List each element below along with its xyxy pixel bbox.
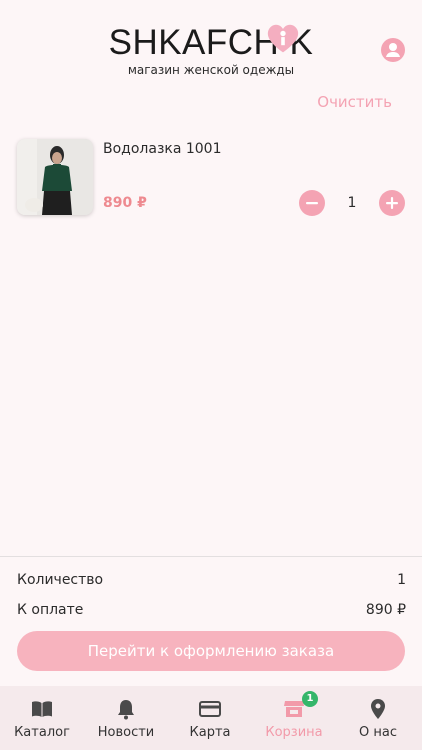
cart-item: Водолазка 1001 890 ₽ 1 bbox=[17, 139, 407, 217]
tab-label: Карта bbox=[189, 725, 231, 740]
location-pin-icon bbox=[371, 699, 385, 719]
quantity-value: 1 bbox=[347, 195, 357, 211]
tab-label: О нас bbox=[359, 725, 397, 740]
tab-label: Новости bbox=[97, 725, 155, 740]
bell-icon bbox=[118, 700, 134, 720]
total-row: К оплате 890 ₽ bbox=[17, 602, 406, 618]
header: SHKAFCH K магазин женской одежды bbox=[0, 0, 422, 90]
heart-logo-icon bbox=[267, 24, 298, 53]
card-icon bbox=[199, 701, 221, 717]
book-icon bbox=[32, 701, 52, 717]
plus-icon bbox=[386, 197, 398, 209]
tab-about[interactable]: О нас bbox=[336, 686, 420, 750]
item-name: Водолазка 1001 bbox=[103, 141, 222, 157]
tab-card[interactable]: Карта bbox=[168, 686, 252, 750]
minus-icon bbox=[306, 202, 318, 205]
product-photo bbox=[17, 139, 93, 215]
tab-cart[interactable]: 1 Корзина bbox=[252, 686, 336, 750]
total-label: К оплате bbox=[17, 602, 84, 618]
cart-count-badge: 1 bbox=[302, 691, 318, 707]
profile-button[interactable] bbox=[381, 38, 405, 62]
tab-news[interactable]: Новости bbox=[84, 686, 168, 750]
logo: SHKAFCH K bbox=[0, 24, 422, 62]
quantity-row: Количество 1 bbox=[17, 572, 406, 588]
logo-subtitle: магазин женской одежды bbox=[127, 63, 295, 77]
user-icon bbox=[386, 43, 400, 57]
tab-bar: Каталог Новости Карта 1 Корзина О нас bbox=[0, 686, 422, 750]
decrease-quantity-button[interactable] bbox=[299, 190, 325, 216]
item-price: 890 ₽ bbox=[103, 195, 147, 211]
quantity-total: 1 bbox=[397, 572, 406, 588]
product-thumbnail[interactable] bbox=[17, 139, 93, 215]
total-value: 890 ₽ bbox=[365, 602, 406, 618]
quantity-label: Количество bbox=[17, 572, 104, 588]
clear-cart-button[interactable]: Очистить bbox=[317, 93, 392, 111]
logo-text: SHKAFCH K bbox=[109, 24, 314, 62]
tab-label: Корзина bbox=[265, 725, 323, 740]
tab-label: Каталог bbox=[14, 725, 70, 740]
tab-catalog[interactable]: Каталог bbox=[0, 686, 84, 750]
increase-quantity-button[interactable] bbox=[379, 190, 405, 216]
checkout-button[interactable]: Перейти к оформлению заказа bbox=[17, 631, 405, 671]
